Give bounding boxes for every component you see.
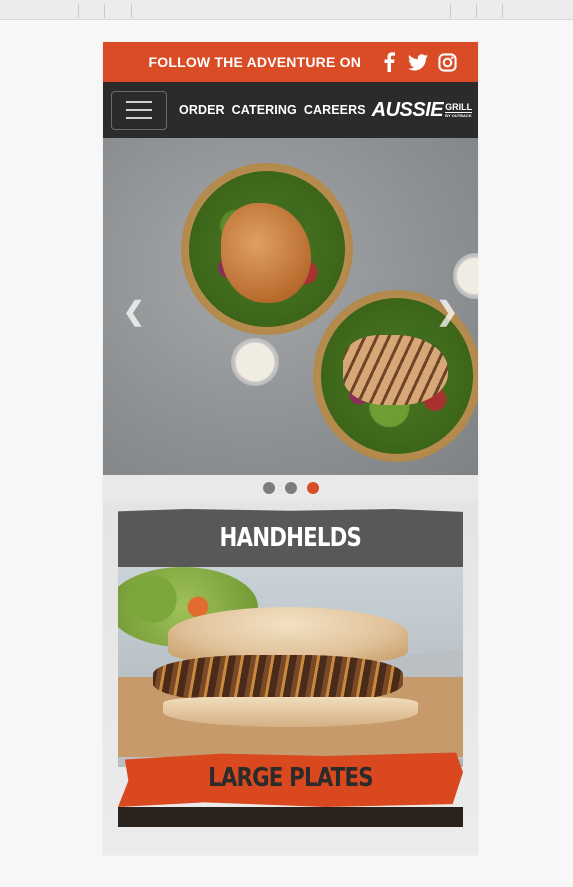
logo-grill-text: GRILL [445, 101, 473, 113]
mobile-viewport: FOLLOW THE ADVENTURE ON ORDER CATERING C… [103, 42, 478, 855]
aussie-grill-logo[interactable]: AUSSIE GRILL BY OUTBACK [371, 98, 473, 122]
browser-ruler [0, 0, 573, 20]
ruler-tick [502, 4, 503, 18]
dressing-cup-image [231, 338, 279, 386]
twitter-icon[interactable] [407, 51, 429, 73]
carousel-dot-3[interactable] [306, 482, 319, 494]
nav-links: ORDER CATERING CAREERS [179, 103, 366, 117]
logo-main-text: AUSSIE [371, 98, 444, 121]
follow-text: FOLLOW THE ADVENTURE ON [148, 54, 361, 70]
logo-by-text: BY OUTBACK [445, 112, 472, 118]
dressing-cup-image [453, 253, 478, 299]
category-card-large-plates[interactable]: LARGE PLATES [118, 749, 463, 827]
menu-categories: HANDHELDS LARGE PLATES [103, 501, 478, 855]
logo-side: GRILL BY OUTBACK [445, 101, 473, 118]
ruler-tick [104, 4, 105, 18]
hamburger-line [126, 101, 152, 103]
hamburger-line [126, 109, 152, 111]
salad-bowl-image [181, 163, 353, 335]
follow-bar: FOLLOW THE ADVENTURE ON [103, 42, 478, 82]
grilled-chicken-image [343, 335, 448, 405]
category-banner: LARGE PLATES [118, 752, 463, 807]
chevron-left-icon[interactable]: ❮ [123, 296, 145, 327]
main-navbar: ORDER CATERING CAREERS AUSSIE GRILL BY O… [103, 82, 478, 138]
category-card-handhelds[interactable]: HANDHELDS [118, 509, 463, 767]
bun-top-image [168, 607, 408, 662]
category-title: LARGE PLATES [208, 763, 373, 793]
nav-link-order[interactable]: ORDER [179, 103, 225, 117]
carousel-dot-2[interactable] [284, 482, 297, 494]
large-plates-image [118, 807, 463, 827]
menu-toggle-button[interactable] [111, 90, 167, 130]
ruler-tick [131, 4, 132, 18]
instagram-icon[interactable] [436, 51, 458, 73]
sandwich-image [118, 567, 463, 767]
category-title: HANDHELDS [219, 523, 362, 553]
nav-link-careers[interactable]: CAREERS [304, 103, 366, 117]
chevron-right-icon[interactable]: ❯ [436, 296, 458, 327]
bun-bottom-image [163, 697, 418, 727]
ruler-tick [78, 4, 79, 18]
hero-carousel[interactable]: ❮ ❯ [103, 138, 478, 475]
hamburger-line [126, 117, 152, 119]
category-banner: HANDHELDS [118, 509, 463, 567]
facebook-icon[interactable] [378, 51, 400, 73]
filling-image [153, 655, 403, 703]
ruler-tick [450, 4, 451, 18]
carousel-dot-1[interactable] [262, 482, 275, 494]
ruler-tick [476, 4, 477, 18]
nav-link-catering[interactable]: CATERING [232, 103, 297, 117]
carousel-indicators [103, 475, 478, 501]
